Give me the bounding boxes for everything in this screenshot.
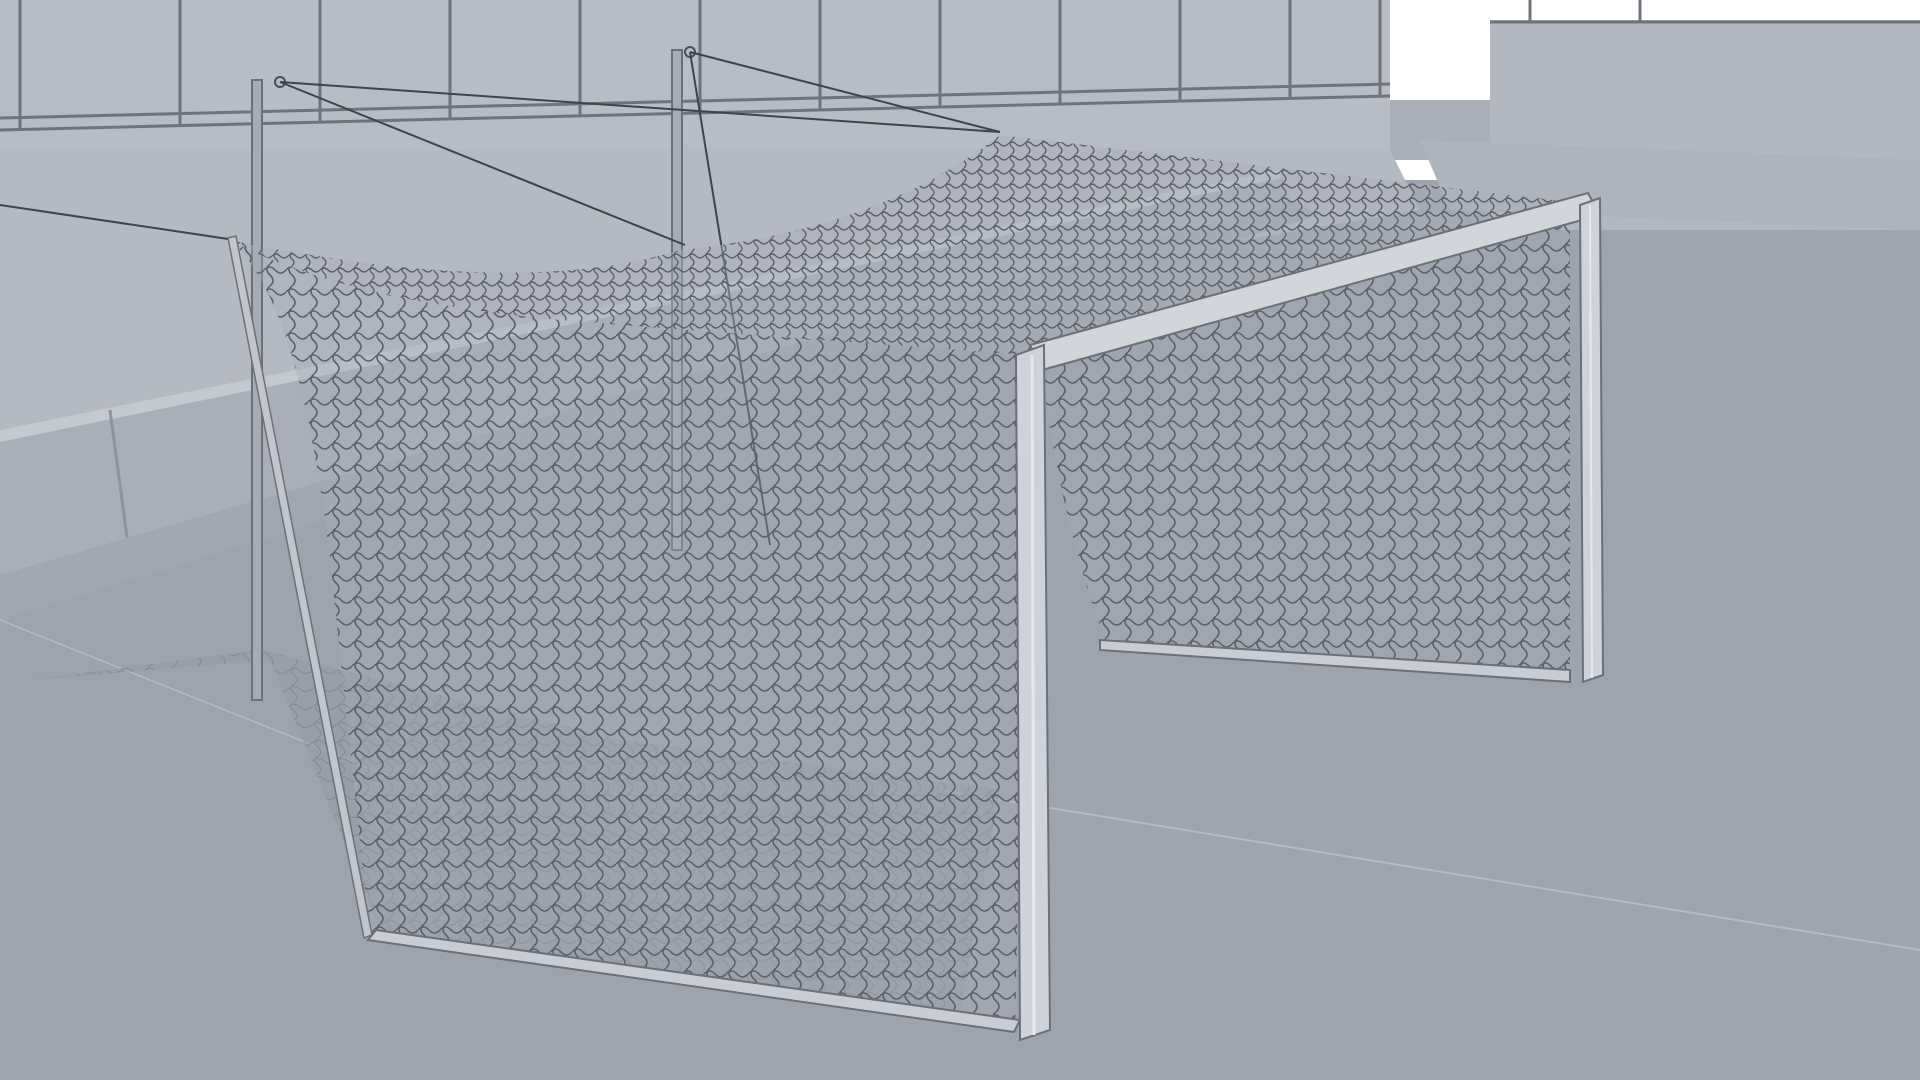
goal-post-left-highlight bbox=[1030, 354, 1036, 1036]
render-scene bbox=[0, 0, 1920, 1080]
